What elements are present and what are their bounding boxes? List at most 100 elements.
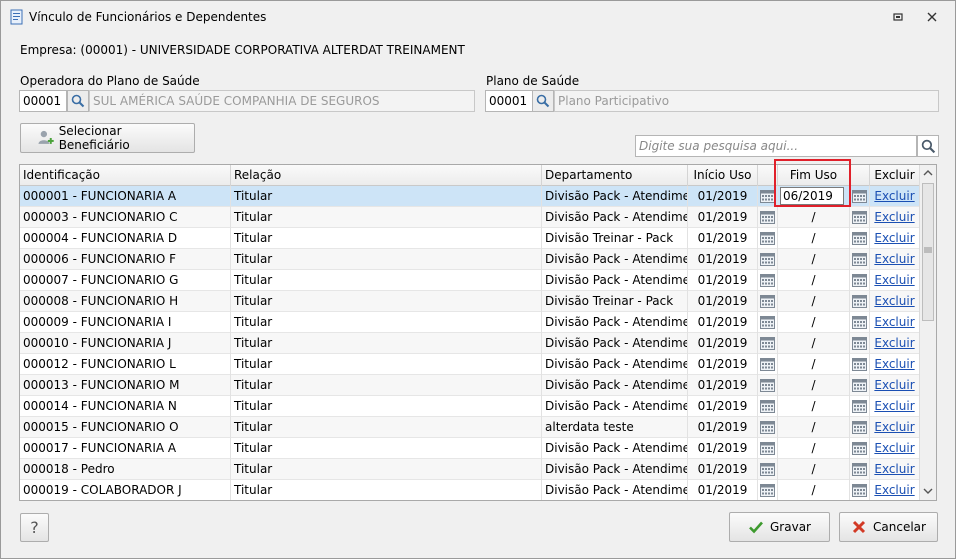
help-button[interactable]: ? (20, 513, 49, 542)
scroll-down-icon[interactable] (923, 487, 933, 495)
fim-uso-cell[interactable]: / (778, 312, 850, 333)
excluir-cell[interactable]: Excluir (870, 396, 920, 417)
excluir-link[interactable]: Excluir (874, 378, 914, 392)
excluir-link[interactable]: Excluir (874, 273, 914, 287)
grid-search-button[interactable] (917, 135, 939, 157)
inicio-uso-cell[interactable]: 01/2019 (688, 207, 758, 228)
grid-search-input[interactable]: Digite sua pesquisa aqui... (635, 135, 917, 157)
operadora-search-button[interactable] (67, 90, 89, 112)
table-row[interactable]: 000001 - FUNCIONARIA A Titular Divisão Pac… (20, 186, 920, 207)
fim-uso-cell[interactable]: 06/2019 (778, 186, 850, 207)
table-row[interactable]: 000008 - FUNCIONARIO H Titular Divisão Tre… (20, 291, 920, 312)
header-inicio-uso[interactable]: Início Uso (688, 165, 758, 186)
inicio-uso-cell[interactable]: 01/2019 (688, 459, 758, 480)
fim-calendar-button[interactable] (850, 417, 870, 438)
save-button[interactable]: Gravar (729, 512, 830, 542)
inicio-uso-cell[interactable]: 01/2019 (688, 375, 758, 396)
excluir-cell[interactable]: Excluir (870, 207, 920, 228)
excluir-link[interactable]: Excluir (874, 189, 914, 203)
inicio-uso-cell[interactable]: 01/2019 (688, 186, 758, 207)
excluir-cell[interactable]: Excluir (870, 228, 920, 249)
fim-uso-cell[interactable]: / (778, 438, 850, 459)
excluir-link[interactable]: Excluir (874, 441, 914, 455)
grid-scrollbar[interactable] (919, 165, 936, 500)
excluir-cell[interactable]: Excluir (870, 417, 920, 438)
excluir-cell[interactable]: Excluir (870, 249, 920, 270)
fim-calendar-button[interactable] (850, 438, 870, 459)
fim-calendar-button[interactable] (850, 333, 870, 354)
inicio-calendar-button[interactable] (758, 249, 778, 270)
restore-button[interactable] (889, 8, 907, 26)
excluir-link[interactable]: Excluir (874, 336, 914, 350)
fim-calendar-button[interactable] (850, 312, 870, 333)
excluir-cell[interactable]: Excluir (870, 459, 920, 480)
table-row[interactable]: 000007 - FUNCIONARIO G Titular Divisão Pac… (20, 270, 920, 291)
close-button[interactable] (923, 8, 941, 26)
table-row[interactable]: 000003 - FUNCIONARIO C Titular Divisão Pac… (20, 207, 920, 228)
inicio-calendar-button[interactable] (758, 375, 778, 396)
fim-calendar-button[interactable] (850, 186, 870, 207)
inicio-uso-cell[interactable]: 01/2019 (688, 291, 758, 312)
header-fim-uso[interactable]: Fim Uso (778, 165, 850, 186)
fim-calendar-button[interactable] (850, 480, 870, 500)
excluir-cell[interactable]: Excluir (870, 375, 920, 396)
inicio-uso-cell[interactable]: 01/2019 (688, 480, 758, 500)
inicio-calendar-button[interactable] (758, 354, 778, 375)
fim-uso-cell[interactable]: / (778, 459, 850, 480)
excluir-link[interactable]: Excluir (874, 210, 914, 224)
fim-uso-cell[interactable]: / (778, 270, 850, 291)
inicio-uso-cell[interactable]: 01/2019 (688, 333, 758, 354)
excluir-cell[interactable]: Excluir (870, 354, 920, 375)
select-beneficiary-button[interactable]: Selecionar Beneficiário (20, 123, 195, 153)
fim-calendar-button[interactable] (850, 291, 870, 312)
table-row[interactable]: 000015 - FUNCIONARIO O Titular alterdata t… (20, 417, 920, 438)
inicio-calendar-button[interactable] (758, 480, 778, 500)
inicio-calendar-button[interactable] (758, 291, 778, 312)
excluir-cell[interactable]: Excluir (870, 270, 920, 291)
excluir-link[interactable]: Excluir (874, 420, 914, 434)
inicio-calendar-button[interactable] (758, 438, 778, 459)
excluir-link[interactable]: Excluir (874, 357, 914, 371)
inicio-uso-cell[interactable]: 01/2019 (688, 249, 758, 270)
inicio-calendar-button[interactable] (758, 270, 778, 291)
fim-calendar-button[interactable] (850, 249, 870, 270)
inicio-calendar-button[interactable] (758, 396, 778, 417)
fim-uso-cell[interactable]: / (778, 291, 850, 312)
fim-uso-cell[interactable]: / (778, 354, 850, 375)
inicio-uso-cell[interactable]: 01/2019 (688, 396, 758, 417)
fim-calendar-button[interactable] (850, 207, 870, 228)
excluir-link[interactable]: Excluir (874, 483, 914, 497)
inicio-calendar-button[interactable] (758, 186, 778, 207)
excluir-link[interactable]: Excluir (874, 315, 914, 329)
scroll-up-icon[interactable] (923, 169, 933, 177)
inicio-calendar-button[interactable] (758, 417, 778, 438)
table-row[interactable]: 000013 - FUNCIONARIO M Titular Divisão Pac… (20, 375, 920, 396)
excluir-link[interactable]: Excluir (874, 462, 914, 476)
fim-calendar-button[interactable] (850, 375, 870, 396)
inicio-calendar-button[interactable] (758, 459, 778, 480)
table-row[interactable]: 000017 - FUNCIONARIA A Titular Divisão Pac… (20, 438, 920, 459)
table-row[interactable]: 000019 - COLABORADOR J Titular Divisão Pac… (20, 480, 920, 500)
plano-code-input[interactable]: 00001 (485, 90, 533, 112)
fim-calendar-button[interactable] (850, 459, 870, 480)
inicio-uso-cell[interactable]: 01/2019 (688, 270, 758, 291)
fim-calendar-button[interactable] (850, 354, 870, 375)
fim-uso-cell[interactable]: / (778, 417, 850, 438)
excluir-cell[interactable]: Excluir (870, 291, 920, 312)
fim-uso-cell[interactable]: / (778, 228, 850, 249)
excluir-cell[interactable]: Excluir (870, 333, 920, 354)
excluir-link[interactable]: Excluir (874, 252, 914, 266)
inicio-calendar-button[interactable] (758, 228, 778, 249)
table-row[interactable]: 000018 - Pedro Titular Divisão Pack - Aten… (20, 459, 920, 480)
fim-uso-cell[interactable]: / (778, 480, 850, 500)
header-relacao[interactable]: Relação (231, 165, 542, 186)
excluir-link[interactable]: Excluir (874, 231, 914, 245)
plano-search-button[interactable] (532, 90, 554, 112)
inicio-uso-cell[interactable]: 01/2019 (688, 312, 758, 333)
excluir-cell[interactable]: Excluir (870, 438, 920, 459)
inicio-uso-cell[interactable]: 01/2019 (688, 354, 758, 375)
excluir-link[interactable]: Excluir (874, 294, 914, 308)
table-row[interactable]: 000009 - FUNCIONARIA I Titular Divisão Pac… (20, 312, 920, 333)
excluir-cell[interactable]: Excluir (870, 480, 920, 500)
table-row[interactable]: 000004 - FUNCIONARIA D Titular Divisão Tre… (20, 228, 920, 249)
